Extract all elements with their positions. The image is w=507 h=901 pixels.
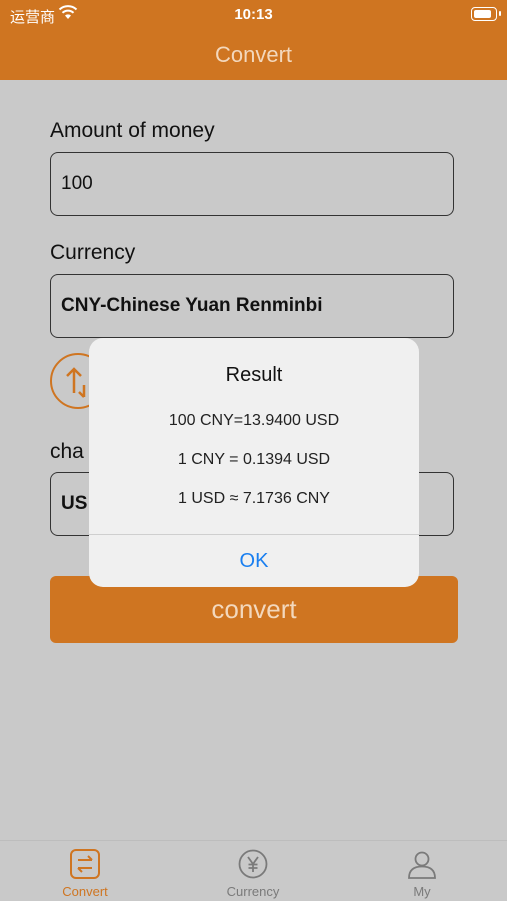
tab-label: Convert — [62, 884, 108, 899]
page-title: Convert — [214, 42, 293, 67]
yen-icon — [238, 849, 268, 879]
amount-label: Amount of money — [50, 119, 215, 142]
battery-icon — [471, 7, 501, 21]
tab-my[interactable]: My — [372, 841, 472, 901]
tab-currency[interactable]: Currency — [203, 841, 303, 901]
amount-input[interactable]: 100 — [50, 152, 454, 216]
change-label: cha — [50, 440, 84, 463]
tab-bar: Convert Currency My — [0, 840, 507, 901]
status-time: 10:13 — [234, 6, 273, 23]
result-line-rate: 1 CNY = 0.1394 USD — [177, 451, 331, 468]
tab-label: Currency — [226, 884, 280, 899]
convert-icon — [70, 849, 100, 879]
tab-convert[interactable]: Convert — [35, 841, 135, 901]
result-dialog: Result 100 CNY=13.9400 USD 1 CNY = 0.139… — [89, 338, 419, 587]
person-icon — [408, 851, 436, 879]
ok-button[interactable]: OK — [89, 535, 419, 587]
tab-label: My — [413, 884, 431, 899]
result-line-total: 100 CNY=13.9400 USD — [168, 412, 340, 429]
currency-label: Currency — [50, 241, 136, 264]
nav-bar: Convert — [0, 30, 507, 80]
result-line-inverse-rate: 1 USD ≈ 7.1736 CNY — [178, 490, 330, 507]
status-bar: 运营商 10:13 — [0, 0, 507, 30]
source-currency-field[interactable]: CNY-Chinese Yuan Renminbi — [50, 274, 454, 338]
dialog-title: Result — [225, 364, 283, 386]
